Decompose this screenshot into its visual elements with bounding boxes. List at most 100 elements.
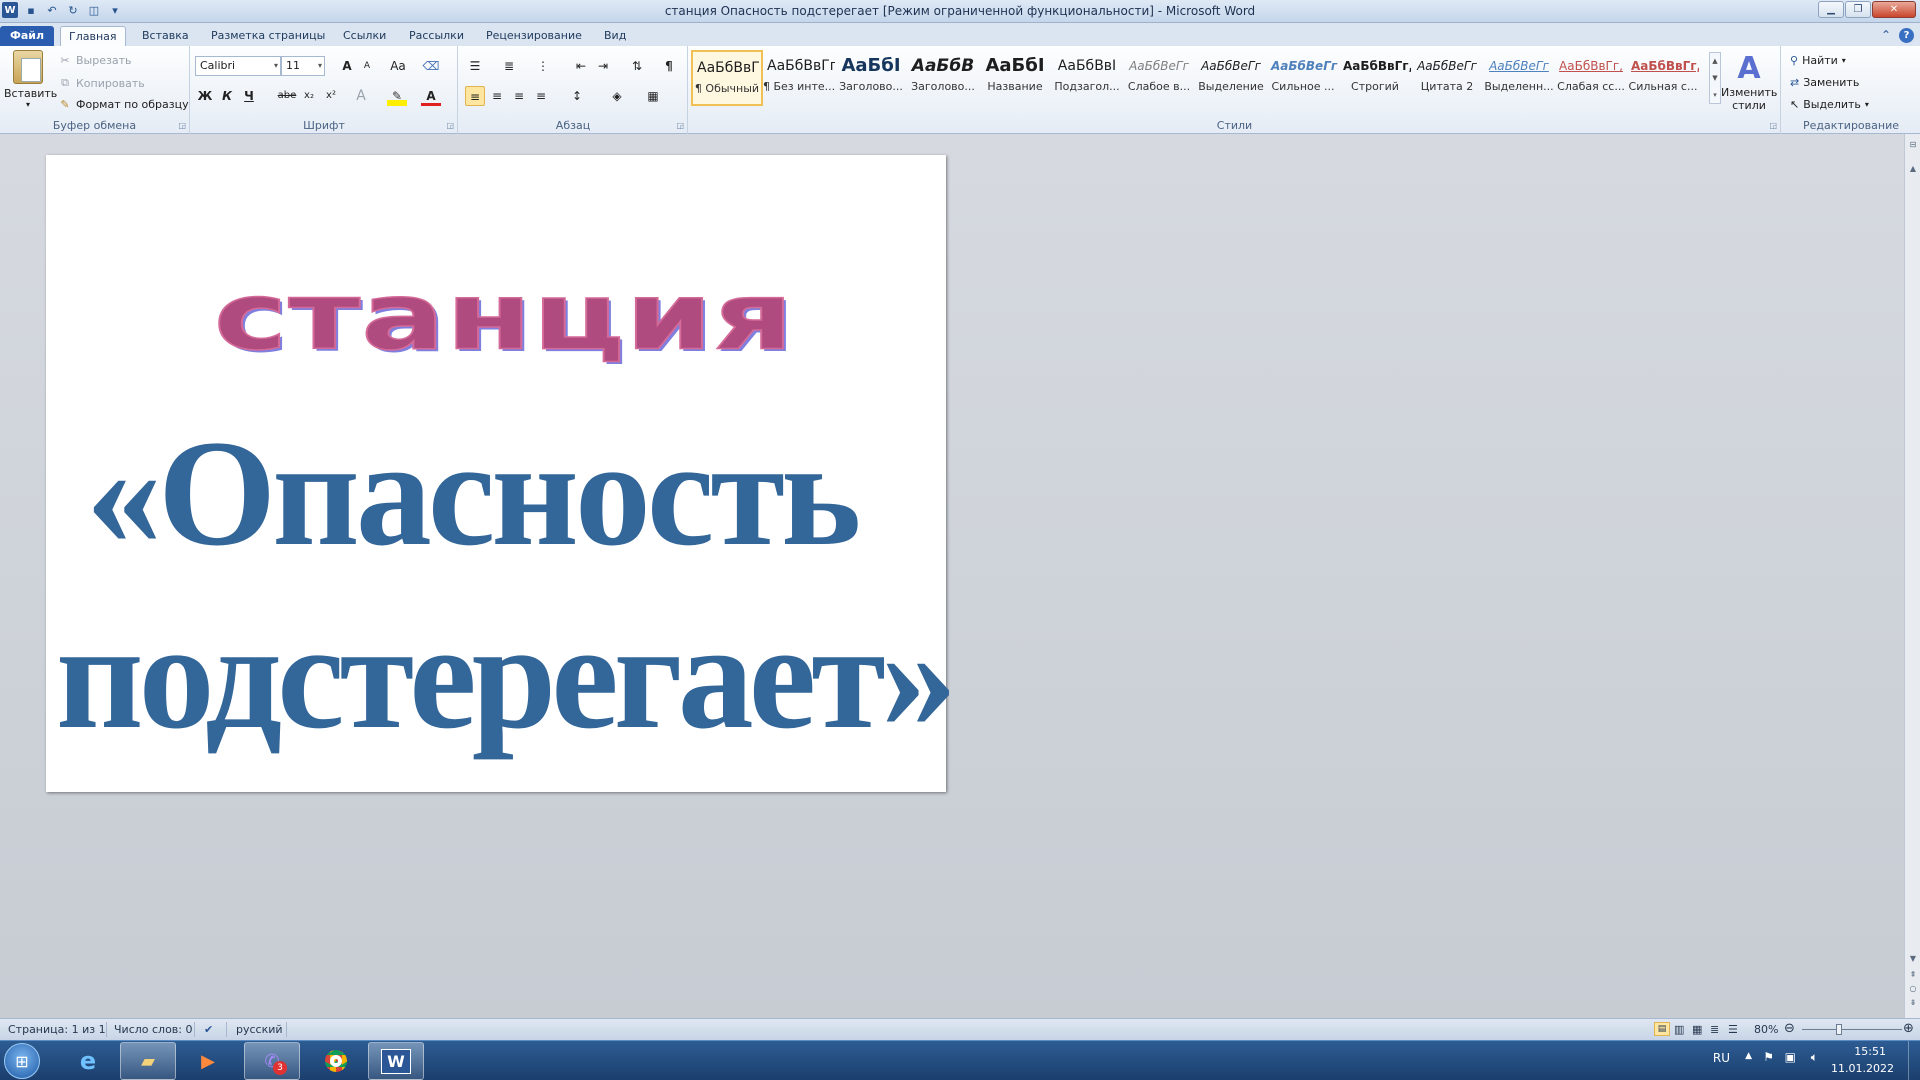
format-painter-button[interactable]: ✎ Формат по образцу	[58, 98, 188, 111]
find-button[interactable]: ⚲ Найти ▾	[1790, 54, 1846, 67]
underline-button[interactable]: Ч	[239, 86, 259, 106]
taskbar-chrome[interactable]	[308, 1042, 364, 1080]
bullets-icon[interactable]: ☰	[465, 56, 485, 76]
taskbar-ie[interactable]: e	[60, 1042, 116, 1080]
zoom-slider-track[interactable]	[1802, 1029, 1902, 1030]
zoom-in-icon[interactable]: ⊕	[1903, 1021, 1914, 1036]
paste-dropdown-icon[interactable]: ▾	[4, 100, 52, 109]
ruler-toggle-icon[interactable]: ⊟	[1905, 140, 1920, 149]
full-screen-reading-icon[interactable]: ▥	[1674, 1023, 1684, 1036]
select-button[interactable]: ↖ Выделить ▾	[1790, 98, 1869, 111]
style-subtle-reference[interactable]: АаБбВвГг, Слабая сс...	[1555, 50, 1627, 106]
taskbar-explorer[interactable]: ▰	[120, 1042, 176, 1080]
style-intense-quote[interactable]: АаБбВеГг Выделенн...	[1483, 50, 1555, 106]
scroll-up-icon[interactable]: ▲	[1905, 164, 1920, 173]
spellcheck-icon[interactable]: ✔	[204, 1023, 213, 1036]
borders-icon[interactable]: ▦	[643, 86, 663, 106]
print-layout-icon[interactable]: ▤	[1654, 1022, 1670, 1036]
volume-icon[interactable]: 🔈︎	[1811, 1050, 1818, 1065]
subscript-button[interactable]: x₂	[299, 86, 319, 106]
style-intense-emphasis[interactable]: АаБбВеГг Сильное ...	[1267, 50, 1339, 106]
style-title[interactable]: АаБбІ Название	[979, 50, 1051, 106]
numbering-icon[interactable]: ≣	[499, 56, 519, 76]
cut-button[interactable]: ✂ Вырезать	[58, 54, 131, 67]
style-normal[interactable]: АаБбВвГг, ¶ Обычный	[691, 50, 763, 106]
action-center-flag-icon[interactable]: ⚑	[1763, 1050, 1774, 1064]
multilevel-list-icon[interactable]: ⋮	[533, 56, 553, 76]
clear-format-icon[interactable]: ⌫	[421, 56, 441, 76]
document-line-3[interactable]: подстерегает»	[56, 600, 957, 752]
show-desktop-button[interactable]	[1908, 1041, 1920, 1080]
paragraph-launcher-icon[interactable]: ◲	[676, 121, 684, 130]
document-page[interactable]: станция «Опасность подстерегает»	[46, 155, 957, 792]
taskbar-word[interactable]: W	[368, 1042, 424, 1080]
zoom-out-icon[interactable]: ⊖	[1784, 1021, 1795, 1036]
network-icon[interactable]: ▣	[1785, 1050, 1796, 1064]
language-indicator[interactable]: русский	[236, 1023, 283, 1036]
web-layout-icon[interactable]: ▦	[1692, 1023, 1702, 1036]
document-line-2[interactable]: «Опасность	[86, 417, 861, 569]
tab-home[interactable]: Главная	[60, 26, 126, 46]
shading-icon[interactable]: ◈	[607, 86, 627, 106]
align-right-icon[interactable]: ≡	[509, 86, 529, 106]
tab-file[interactable]: Файл	[0, 26, 54, 46]
maximize-button[interactable]: ❐	[1845, 1, 1871, 18]
wordart-title[interactable]: станция	[74, 270, 934, 365]
superscript-button[interactable]: x²	[321, 86, 341, 106]
page-count[interactable]: Страница: 1 из 1	[8, 1023, 106, 1036]
outline-view-icon[interactable]: ≣	[1710, 1023, 1719, 1036]
style-intense-reference[interactable]: АаБбВвГг, Сильная с...	[1627, 50, 1699, 106]
font-launcher-icon[interactable]: ◲	[446, 121, 454, 130]
replace-button[interactable]: ⇄ Заменить	[1790, 76, 1859, 89]
next-page-icon[interactable]: ⇟	[1905, 998, 1920, 1007]
show-hidden-icons-icon[interactable]: ▲	[1745, 1051, 1752, 1061]
input-language[interactable]: RU	[1713, 1051, 1730, 1065]
zoom-slider-thumb[interactable]	[1836, 1024, 1842, 1035]
tab-view[interactable]: Вид	[596, 26, 634, 46]
text-effects-icon[interactable]: A	[351, 86, 371, 106]
previous-page-icon[interactable]: ⇞	[1905, 970, 1920, 979]
paste-button[interactable]: Вставить ▾	[4, 50, 57, 109]
minimize-button[interactable]: ▁	[1818, 1, 1844, 18]
increase-indent-icon[interactable]: ⇥	[593, 56, 613, 76]
minimize-ribbon-icon[interactable]: ⌃	[1881, 28, 1891, 43]
font-size-combo[interactable]: 11 ▾	[281, 56, 325, 76]
zoom-level[interactable]: 80%	[1754, 1023, 1778, 1036]
taskbar-viber[interactable]: ✆ 3	[244, 1042, 300, 1080]
draft-view-icon[interactable]: ☰	[1728, 1023, 1738, 1036]
decrease-indent-icon[interactable]: ⇤	[571, 56, 591, 76]
clipboard-launcher-icon[interactable]: ◲	[178, 121, 186, 130]
strikethrough-button[interactable]: abe	[277, 86, 297, 106]
style-quote-2[interactable]: АаБбВеГг Цитата 2	[1411, 50, 1483, 106]
change-case-button[interactable]: Aa	[385, 56, 411, 76]
close-button[interactable]: ✕	[1872, 1, 1916, 18]
style-strong[interactable]: АаБбВвГг, Строгий	[1339, 50, 1411, 106]
tab-review[interactable]: Рецензирование	[478, 26, 590, 46]
start-button[interactable]: ⊞	[4, 1043, 40, 1079]
italic-button[interactable]: К	[217, 86, 237, 106]
clock-date[interactable]: 11.01.2022	[1831, 1062, 1894, 1075]
browse-object-icon[interactable]: ○	[1905, 984, 1920, 993]
style-emphasis[interactable]: АаБбВеГг Выделение	[1195, 50, 1267, 106]
clock-time[interactable]: 15:51	[1854, 1045, 1886, 1058]
style-subtitle[interactable]: АаБбВвІ Подзагол...	[1051, 50, 1123, 106]
tab-insert[interactable]: Вставка	[134, 26, 197, 46]
scroll-down-icon[interactable]: ▼	[1905, 954, 1920, 963]
vertical-scrollbar[interactable]: ⊟ ▲ ▼ ⇞ ○ ⇟	[1904, 134, 1920, 1018]
taskbar-media-player[interactable]: ▶	[180, 1042, 236, 1080]
style-heading-1[interactable]: АаБбІ Заголово...	[835, 50, 907, 106]
highlight-icon[interactable]: ✎	[387, 86, 407, 106]
align-left-icon[interactable]: ≡	[465, 86, 485, 106]
copy-button[interactable]: ⧉ Копировать	[58, 76, 145, 90]
grow-font-button[interactable]: A	[337, 56, 357, 76]
word-count[interactable]: Число слов: 0	[114, 1023, 193, 1036]
tab-references[interactable]: Ссылки	[335, 26, 394, 46]
font-color-icon[interactable]: A	[421, 86, 441, 106]
help-icon[interactable]: ?	[1899, 28, 1914, 43]
line-spacing-icon[interactable]: ↕	[567, 86, 587, 106]
font-name-combo[interactable]: Calibri ▾	[195, 56, 281, 76]
sort-icon[interactable]: ⇅	[627, 56, 647, 76]
change-styles-button[interactable]: A Изменить стили	[1721, 52, 1777, 113]
tab-page-layout[interactable]: Разметка страницы	[203, 26, 333, 46]
tab-mailings[interactable]: Рассылки	[401, 26, 472, 46]
